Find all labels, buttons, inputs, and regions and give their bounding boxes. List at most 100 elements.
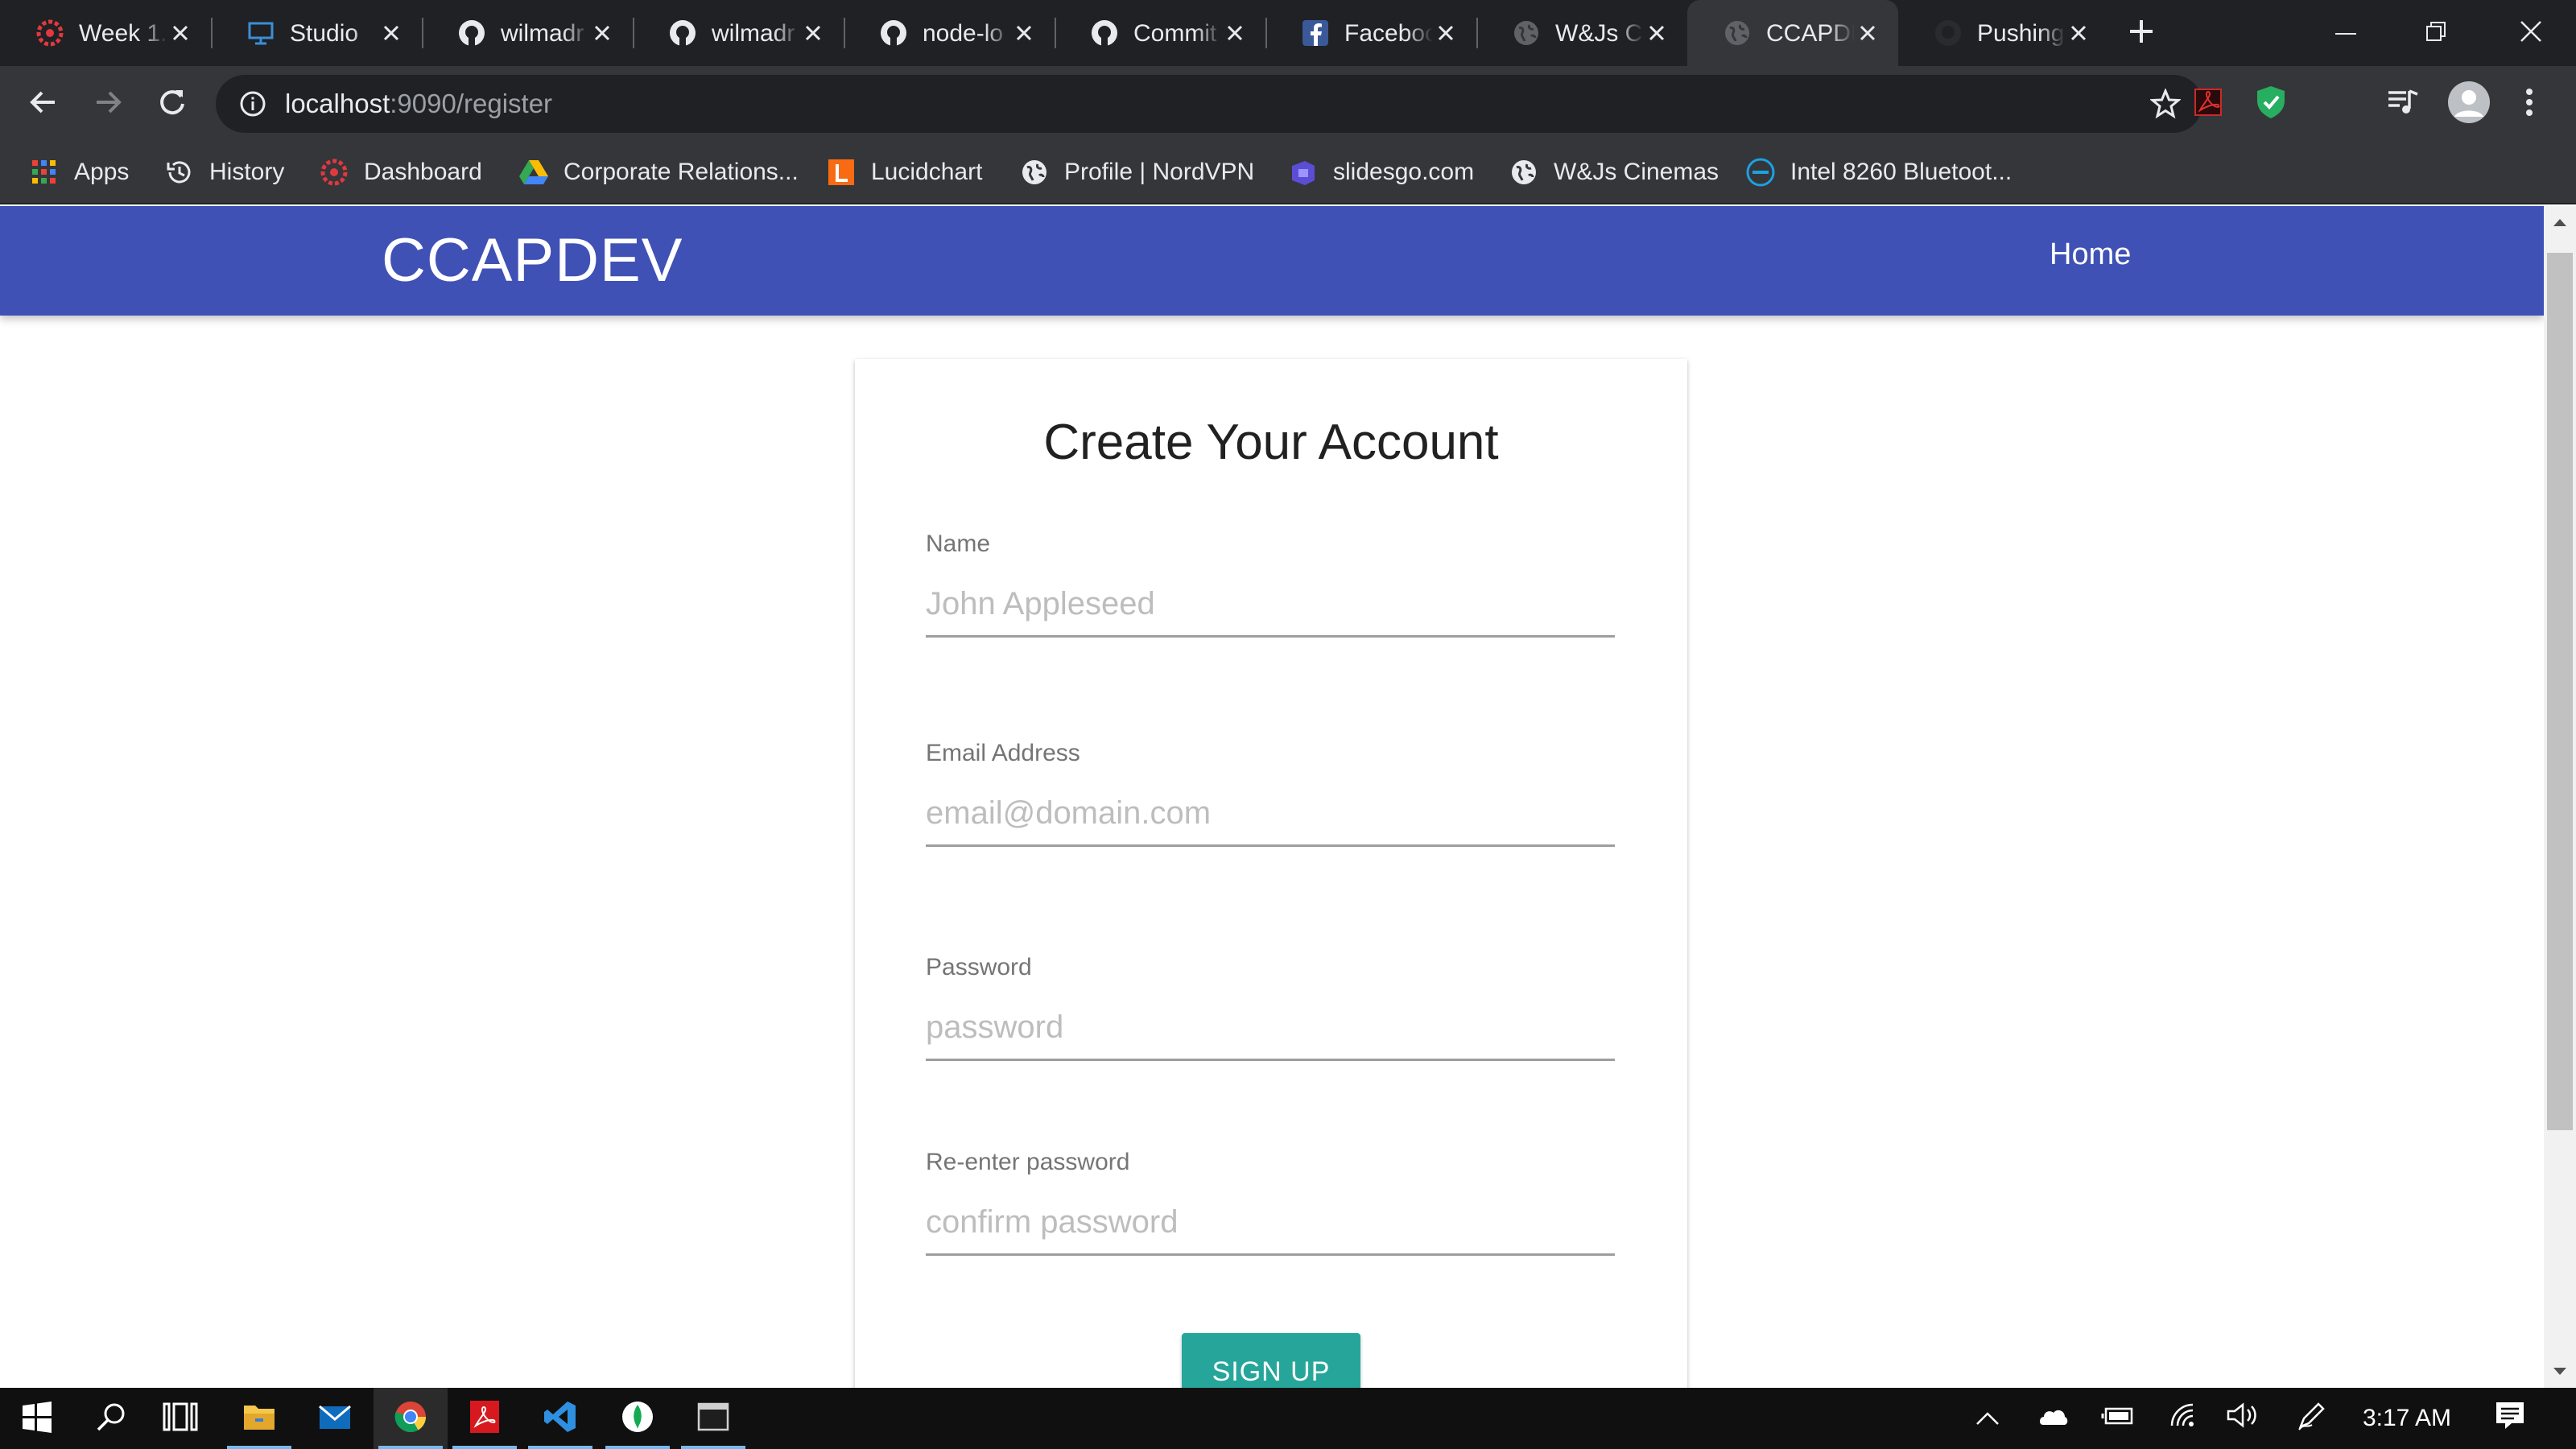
bookmark-label: Corporate Relations... (564, 159, 799, 185)
playlist-icon (2387, 88, 2419, 121)
bookmark-lucidchart[interactable]: Lucidchart (826, 142, 982, 203)
new-tab-button[interactable] (2109, 0, 2174, 66)
bookmark-nordvpn[interactable]: Profile | NordVPN (1019, 142, 1254, 203)
close-icon[interactable] (2062, 17, 2095, 49)
action-center-button[interactable] (2487, 1388, 2533, 1449)
bookmark-label: Apps (74, 159, 130, 185)
battery-icon (2101, 1402, 2136, 1435)
browser-tab[interactable]: wilmadr (422, 0, 633, 66)
vscode-button[interactable] (523, 1388, 597, 1449)
media-control-button[interactable] (2375, 80, 2431, 128)
mail-icon (318, 1403, 352, 1435)
close-icon[interactable] (797, 17, 829, 49)
browser-tab[interactable]: Week 1... (0, 0, 211, 66)
restore-button[interactable] (2391, 0, 2481, 66)
tab-strip: Week 1... Studio wilmadr wilmadr node-lo (0, 0, 2576, 66)
address-bar[interactable]: localhost:9090/register (216, 75, 2202, 133)
chrome-icon (394, 1400, 427, 1438)
close-icon[interactable] (1430, 17, 1462, 49)
github-icon (1090, 19, 1119, 47)
confirm-password-input[interactable] (926, 1191, 1615, 1256)
mongodb-button[interactable] (601, 1388, 675, 1449)
password-input[interactable] (926, 997, 1615, 1061)
chevron-up-icon (1975, 1405, 2000, 1432)
page-scrollbar[interactable] (2544, 206, 2576, 1388)
tray-overflow-button[interactable] (1967, 1388, 2008, 1449)
reload-icon (158, 88, 187, 121)
browser-tab-active[interactable]: CCAPDEV (1687, 0, 1898, 66)
onedrive-button[interactable] (2030, 1388, 2075, 1449)
chrome-button[interactable] (374, 1388, 448, 1449)
browser-tab[interactable]: Pushing (1898, 0, 2109, 66)
close-icon[interactable] (375, 17, 407, 49)
close-icon[interactable] (1852, 17, 1884, 49)
close-icon[interactable] (586, 17, 618, 49)
tab-title: Studio (290, 20, 359, 47)
volume-button[interactable] (2222, 1388, 2267, 1449)
tab-title: wilmadr (501, 20, 584, 47)
close-icon[interactable] (1008, 17, 1040, 49)
battery-button[interactable] (2096, 1388, 2141, 1449)
acrobat-extension-button[interactable] (2180, 80, 2236, 128)
close-icon[interactable] (1219, 17, 1251, 49)
terminal-button[interactable] (676, 1388, 750, 1449)
close-icon[interactable] (164, 17, 196, 49)
shield-extension-button[interactable] (2243, 80, 2299, 128)
browser-tab[interactable]: wilmadr (633, 0, 844, 66)
tab-title: CCAPDEV (1766, 20, 1855, 47)
arrow-left-icon (29, 88, 58, 121)
vscode-icon (543, 1400, 577, 1438)
sign-up-button[interactable]: SIGN UP (1182, 1333, 1360, 1388)
kebab-menu-icon (2525, 88, 2533, 121)
close-window-button[interactable] (2486, 0, 2576, 66)
search-button[interactable] (74, 1388, 148, 1449)
nav-home-link[interactable]: Home (2050, 206, 2131, 303)
scroll-up-arrow-icon[interactable] (2544, 206, 2576, 238)
bookmark-corporate-relations[interactable]: Corporate Relations... (518, 142, 799, 203)
bookmark-history[interactable]: History (164, 142, 284, 203)
menu-button[interactable] (2505, 80, 2553, 128)
bookmark-apps[interactable]: Apps (29, 142, 129, 203)
acrobat-icon (2192, 86, 2224, 122)
browser-toolbar: localhost:9090/register (0, 66, 2576, 142)
bookmark-slidesgo[interactable]: slidesgo.com (1288, 142, 1474, 203)
name-input[interactable] (926, 573, 1615, 638)
task-view-button[interactable] (143, 1388, 217, 1449)
start-button[interactable] (0, 1388, 74, 1449)
forward-button[interactable] (84, 80, 132, 128)
github-icon (668, 19, 697, 47)
acrobat-button[interactable] (448, 1388, 522, 1449)
site-brand[interactable]: CCAPDEV (382, 206, 683, 316)
reload-button[interactable] (148, 80, 196, 128)
close-icon[interactable] (1641, 17, 1673, 49)
scroll-down-arrow-icon[interactable] (2544, 1356, 2576, 1388)
tab-title: Commit (1133, 20, 1217, 47)
back-button[interactable] (19, 80, 68, 128)
browser-tab[interactable]: node-lo (844, 0, 1055, 66)
star-icon[interactable] (2146, 85, 2185, 123)
file-explorer-button[interactable] (222, 1388, 296, 1449)
browser-tab[interactable]: W&Js C (1476, 0, 1687, 66)
network-button[interactable] (2162, 1388, 2207, 1449)
lucidchart-icon (826, 157, 857, 188)
pen-workspace-button[interactable] (2289, 1388, 2334, 1449)
google-drive-icon (518, 157, 549, 188)
minimize-button[interactable] (2301, 0, 2391, 66)
bookmark-label: History (209, 159, 285, 185)
confirm-password-label: Re-enter password (926, 1149, 1130, 1175)
bookmark-intel-bluetooth[interactable]: Intel 8260 Bluetoot... (1745, 142, 2012, 203)
mail-button[interactable] (298, 1388, 372, 1449)
bookmark-wjs-cinemas[interactable]: W&Js Cinemas (1509, 142, 1719, 203)
profile-button[interactable] (2441, 80, 2497, 128)
bookmark-dashboard[interactable]: Dashboard (319, 142, 482, 203)
browser-tab[interactable]: Facebook (1265, 0, 1476, 66)
browser-tab[interactable]: Commit (1055, 0, 1265, 66)
mongodb-icon (621, 1400, 654, 1438)
scrollbar-thumb[interactable] (2547, 253, 2573, 1130)
tab-title: wilmadr (712, 20, 795, 47)
email-input[interactable] (926, 782, 1615, 847)
info-icon[interactable] (235, 86, 270, 122)
clock[interactable]: 3:17 AM (2351, 1388, 2463, 1449)
browser-tab[interactable]: Studio (211, 0, 422, 66)
history-icon (164, 157, 195, 188)
